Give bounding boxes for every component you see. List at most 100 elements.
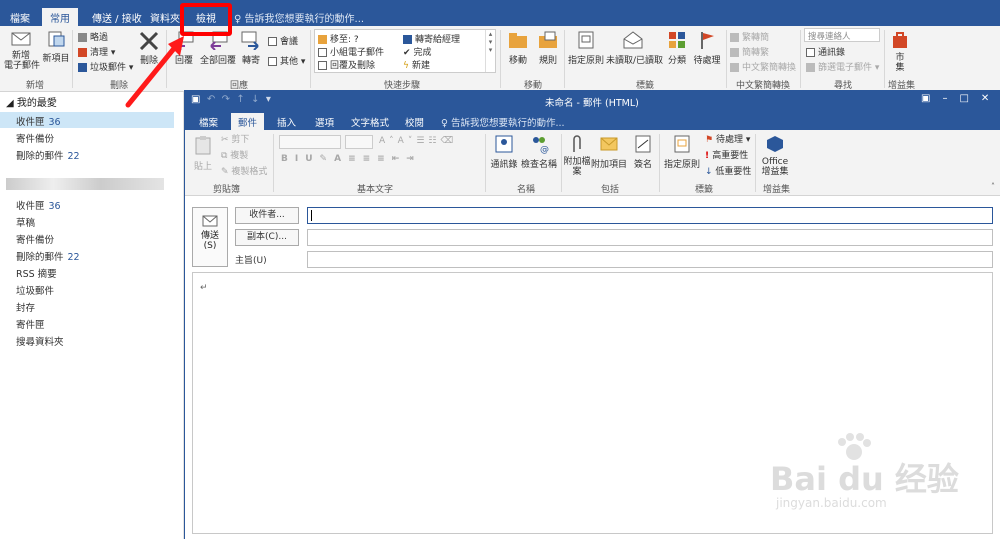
quick-step-move-to[interactable]: 移至: ? — [318, 32, 359, 45]
format-painter-button[interactable]: ✎ 複製格式 — [221, 164, 267, 177]
undo-icon[interactable]: ↶ — [207, 94, 215, 105]
font-color-icon[interactable]: A — [334, 154, 348, 164]
redo-icon[interactable]: ↷ — [222, 94, 230, 105]
tab-home[interactable]: 常用 — [42, 8, 78, 26]
meeting-button[interactable]: 會議 — [268, 34, 298, 47]
new-item-button[interactable]: 新項目 — [42, 30, 70, 64]
font-name-select[interactable] — [279, 135, 341, 149]
folder-drafts[interactable]: 草稿 — [16, 215, 35, 229]
compose-tab-insert[interactable]: 插入 — [277, 115, 296, 129]
compose-tab-options[interactable]: 選項 — [315, 115, 334, 129]
tell-me-search[interactable]: ♀ 告訴我您想要執行的動作... — [234, 10, 364, 25]
followup-button[interactable]: 待處理 — [692, 30, 722, 66]
underline-icon[interactable]: U — [305, 154, 319, 164]
cleanup-button[interactable]: 清理 ▾ — [78, 45, 115, 58]
tab-file[interactable]: 檔案 — [10, 10, 30, 25]
new-email-button[interactable]: 新增 電子郵件 — [4, 30, 40, 71]
search-people-input[interactable]: 搜尋連絡人 — [804, 28, 880, 42]
ignore-button[interactable]: 略過 — [78, 30, 108, 43]
quick-step-to-manager[interactable]: 轉寄給經理 — [403, 32, 460, 45]
numbered-list-icon[interactable]: ☷ — [428, 136, 440, 146]
blurred-account-name[interactable] — [6, 178, 164, 190]
tab-send-receive[interactable]: 傳送 / 接收 — [92, 10, 142, 25]
to-button[interactable]: 收件者... — [235, 207, 299, 224]
compose-tab-format-text[interactable]: 文字格式 — [351, 115, 389, 129]
trad-to-simp-button[interactable]: 繁轉簡 — [730, 30, 769, 43]
rules-button[interactable]: 規則 — [536, 30, 560, 66]
paste-button[interactable]: 貼上 — [191, 134, 215, 172]
minimize-icon[interactable]: – — [942, 93, 959, 104]
align-right-icon[interactable]: ≡ — [377, 154, 392, 164]
italic-icon[interactable]: I — [295, 154, 305, 164]
maximize-icon[interactable]: □ — [959, 93, 980, 104]
store-button[interactable]: 市 集 — [888, 30, 912, 73]
tab-folder[interactable]: 資料夾 — [150, 10, 180, 25]
attach-file-button[interactable]: 附加檔 案 — [563, 134, 591, 177]
signature-button[interactable]: 簽名 — [631, 134, 655, 170]
address-book-button[interactable]: 通訊錄 — [806, 45, 845, 58]
folder-rss[interactable]: RSS 摘要 — [16, 266, 57, 280]
compose-tab-review[interactable]: 校閱 — [405, 115, 424, 129]
compose-tab-message[interactable]: 郵件 — [231, 113, 265, 130]
compose-followup-button[interactable]: ⚑ 待處理 ▾ — [705, 132, 750, 145]
clear-format-icon[interactable]: ⌫ — [441, 136, 458, 146]
collapse-ribbon-icon[interactable]: ˄ — [991, 182, 995, 191]
filter-email-button[interactable]: 篩選電子郵件 ▾ — [806, 60, 879, 73]
grow-font-icon[interactable]: A˄ — [379, 136, 398, 146]
list-icon[interactable]: ☰ — [416, 136, 428, 146]
ribbon-display-icon[interactable]: ▣ — [921, 93, 942, 104]
align-left-icon[interactable]: ≡ — [348, 154, 363, 164]
up-arrow-icon[interactable]: ↑ — [236, 94, 244, 105]
more-respond-button[interactable]: 其他 ▾ — [268, 54, 305, 67]
assign-policy-button[interactable]: 指定原則 — [566, 30, 606, 66]
cc-button[interactable]: 副本(C)... — [235, 229, 299, 246]
favorite-sent[interactable]: 寄件備份 — [16, 131, 54, 145]
subject-field[interactable] — [307, 251, 993, 268]
quick-step-done[interactable]: ✔ 完成 — [403, 45, 432, 58]
cc-field[interactable] — [307, 229, 993, 246]
folder-inbox[interactable]: 收件匣 36 — [16, 198, 61, 212]
low-importance-button[interactable]: ↓ 低重要性 — [705, 164, 751, 177]
compose-tab-file[interactable]: 檔案 — [199, 115, 218, 129]
shrink-font-icon[interactable]: A˅ — [398, 136, 417, 146]
gallery-scroll[interactable]: ▴ ▾ ▾ — [485, 30, 495, 72]
align-center-icon[interactable]: ≡ — [363, 154, 378, 164]
quick-step-create-new[interactable]: ϟ 新建 — [403, 58, 430, 71]
quick-step-reply-delete[interactable]: 回覆及刪除 — [318, 58, 375, 71]
favorite-inbox[interactable]: 收件匣 36 — [16, 114, 61, 128]
cut-button[interactable]: ✂ 剪下 — [221, 132, 249, 145]
move-button[interactable]: 移動 — [506, 30, 530, 66]
favorites-header[interactable]: ◢ 我的最愛 — [6, 94, 57, 109]
bold-icon[interactable]: B — [281, 154, 295, 164]
folder-archive[interactable]: 封存 — [16, 300, 35, 314]
categorize-button[interactable]: 分類 — [664, 30, 690, 66]
outdent-icon[interactable]: ⇤ — [392, 154, 407, 164]
folder-search[interactable]: 搜尋資料夾 — [16, 334, 64, 348]
font-size-select[interactable] — [345, 135, 373, 149]
compose-tell-me[interactable]: ♀ 告訴我您想要執行的動作... — [441, 115, 565, 129]
folder-junk[interactable]: 垃圾郵件 — [16, 283, 54, 297]
quick-step-team-email[interactable]: 小組電子郵件 — [318, 45, 384, 58]
indent-icon[interactable]: ⇥ — [406, 154, 421, 164]
quick-steps-gallery[interactable]: 移至: ? 小組電子郵件 回覆及刪除 轉寄給經理 ✔ 完成 ϟ 新建 ▴ ▾ ▾ — [314, 29, 496, 73]
down-arrow-icon[interactable]: ↓ — [251, 94, 259, 105]
close-icon[interactable]: ✕ — [981, 93, 1000, 104]
forward-button[interactable]: 轉寄 — [238, 30, 264, 66]
unread-read-button[interactable]: 未讀取/已讀取 — [606, 30, 663, 66]
folder-deleted[interactable]: 刪除的郵件 22 — [16, 249, 80, 263]
chinese-conversion-button[interactable]: 中文繁簡轉換 — [730, 60, 796, 73]
to-field[interactable] — [307, 207, 993, 224]
customize-toolbar-icon[interactable]: ▾ — [266, 94, 271, 105]
check-names-button[interactable]: @ 檢查名稱 — [521, 134, 557, 170]
compose-address-book-button[interactable]: 通訊錄 — [489, 134, 519, 170]
send-button[interactable]: 傳送 (S) — [192, 207, 228, 267]
favorite-deleted[interactable]: 刪除的郵件 22 — [16, 148, 80, 162]
office-addins-button[interactable]: Office 增益集 — [759, 134, 791, 177]
folder-sent[interactable]: 寄件備份 — [16, 232, 54, 246]
copy-button[interactable]: ⧉ 複製 — [221, 148, 248, 161]
highlight-icon[interactable]: ✎ — [320, 154, 335, 164]
simp-to-trad-button[interactable]: 簡轉繁 — [730, 45, 769, 58]
folder-outbox[interactable]: 寄件匣 — [16, 317, 45, 331]
high-importance-button[interactable]: ! 高重要性 — [705, 148, 748, 161]
compose-assign-policy-button[interactable]: 指定原則 — [663, 134, 701, 170]
